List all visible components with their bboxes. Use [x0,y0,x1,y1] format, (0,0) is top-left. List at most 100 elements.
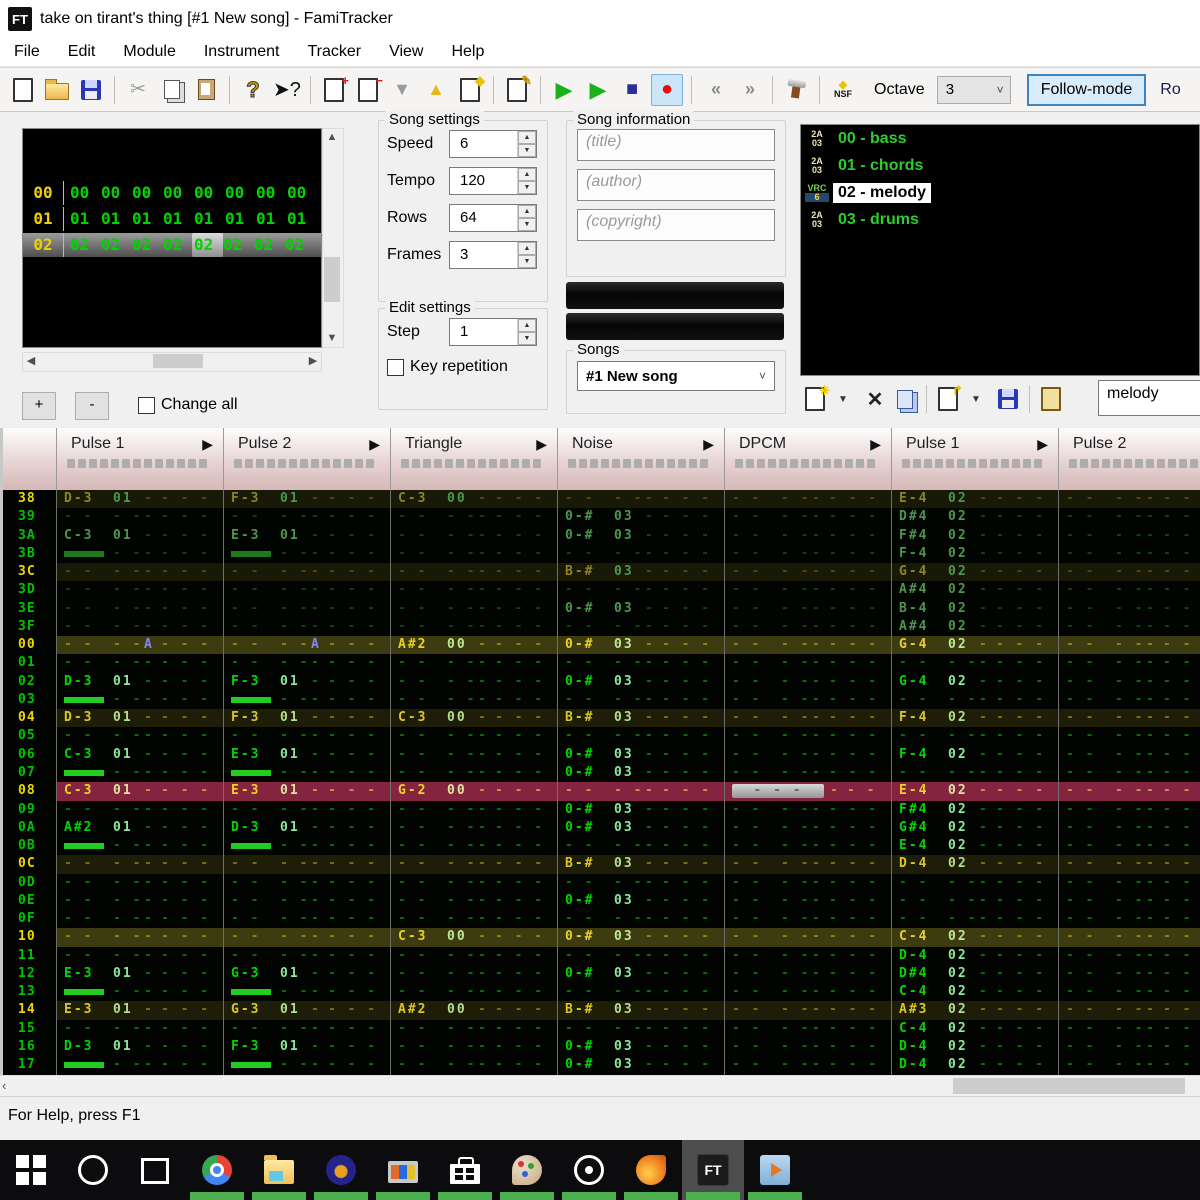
pattern-cell[interactable]: - - -- --- - - [56,563,223,581]
pattern-cell[interactable]: - - -- --- - - [390,1038,557,1056]
pattern-row[interactable]: 0B- --- - -- --- - -- - -- --- - -- - --… [3,837,1200,855]
pattern-cell[interactable]: - - -- --- - - [223,508,390,526]
frame-cell[interactable]: 02 [163,233,194,257]
instrument-name-input[interactable]: melody [1098,380,1200,416]
pattern-cell[interactable]: - - -- --- - - [891,691,1058,709]
play-icon[interactable]: ▶ [549,75,579,105]
pattern-cell[interactable]: - - -- --- - - [557,691,724,709]
pattern-cell[interactable]: - - -- --- - - [891,764,1058,782]
pattern-cell[interactable]: - - -- --- - - [1058,983,1200,1001]
pattern-cell[interactable]: D-402-- - - [891,1056,1058,1074]
pattern-cell[interactable]: C-301-- - - [56,527,223,545]
pattern-cell[interactable]: - --- - - [56,545,223,563]
pattern-cell[interactable]: G-402-- - - [891,673,1058,691]
frame-cell[interactable]: 02 [285,233,316,257]
pattern-cell[interactable]: - - -- --- - - [223,581,390,599]
frame-cell[interactable]: 00 [163,181,194,205]
pattern-cell[interactable]: C-402-- - - [891,1020,1058,1038]
pattern-cell[interactable]: - - -- --- - - [724,1038,891,1056]
pattern-row[interactable]: 12E-301-- - -G-301-- - -- - -- --- - -0-… [3,965,1200,983]
pattern-row[interactable]: 0E- - -- --- - -- - -- --- - -- - -- ---… [3,892,1200,910]
tempo-value[interactable]: 120 [450,168,517,194]
module-properties-icon[interactable] [781,75,811,105]
context-help-icon[interactable]: ➤? [272,75,302,105]
change-all-checkbox[interactable] [138,397,155,414]
pattern-cell[interactable]: B-#03-- - - [557,709,724,727]
copy-icon[interactable] [157,75,187,105]
pattern-cell[interactable]: - - -- --- - - [1058,837,1200,855]
spin-up-icon[interactable]: ▲ [518,242,536,255]
pattern-cell[interactable]: - - -- --- - - [724,636,891,654]
spin-down-icon[interactable]: ▼ [518,332,536,345]
spin-up-icon[interactable]: ▲ [518,205,536,218]
pattern-cell[interactable]: - - -- --- - - [724,490,891,508]
pattern-cell[interactable]: - - -- --- - - [724,746,891,764]
pattern-cell[interactable]: - - -- --- - - [56,1020,223,1038]
pattern-cell[interactable]: 0-#03-- - - [557,928,724,946]
pattern-cell[interactable]: - - -- --- - - [1058,527,1200,545]
pattern-cell[interactable]: - - -- --- - - [557,727,724,745]
pattern-cell[interactable]: - - -- --- - - [1058,727,1200,745]
pattern-cell[interactable]: C-301-- - - [56,782,223,800]
taskbar-music-app-icon[interactable] [310,1140,372,1200]
pattern-cell[interactable]: F#402-- - - [891,801,1058,819]
move-up-icon[interactable]: ▲ [421,75,451,105]
pattern-cell[interactable]: - - -- --- - - [1058,1056,1200,1074]
pattern-cell[interactable]: - - -- --- - - [390,654,557,672]
pattern-cell[interactable]: - - -- --- - - [1058,764,1200,782]
pattern-row[interactable]: 11- - -- --- - -- - -- --- - -- - -- ---… [3,947,1200,965]
pattern-cell[interactable]: C-300-- - - [390,490,557,508]
pattern-cell[interactable]: - - -- --- - - [56,910,223,928]
pattern-row[interactable]: 10- - -- --- - -- - -- --- - -C-300-- - … [3,928,1200,946]
pattern-cell[interactable]: - - -- --- - - [390,727,557,745]
frame-cell[interactable]: 02 [223,233,254,257]
frame-add-button[interactable]: + [22,392,56,420]
pattern-cell[interactable]: - - -- --- - - [724,545,891,563]
taskbar-fl-studio-icon[interactable] [620,1140,682,1200]
pattern-cell[interactable]: - - -- --- - - [1058,782,1200,800]
pattern-cell[interactable]: - --- - - [56,764,223,782]
pattern-cell[interactable]: - - -- --- - - [390,947,557,965]
pattern-cell[interactable]: - - -- --- - - [724,691,891,709]
pattern-cell[interactable]: F-402-- - - [891,709,1058,727]
pattern-cell[interactable]: - - -- --- - - [724,819,891,837]
pattern-cell[interactable]: - - -- --- - - [1058,1020,1200,1038]
song-select[interactable]: #1 New song ˅ [577,361,775,391]
pattern-cell[interactable]: - - -- --- - - [223,874,390,892]
scroll-down-icon[interactable]: ▼ [323,330,341,347]
pattern-cell[interactable]: D#402-- - - [891,965,1058,983]
pattern-cell[interactable]: - - -- --- - - [724,801,891,819]
frame-cell[interactable]: 00 [256,181,287,205]
pattern-cell[interactable]: - - -- --- - - [223,563,390,581]
pattern-cell[interactable]: G-301-- - - [223,1001,390,1019]
pattern-cell[interactable]: F-301-- - - [223,1038,390,1056]
pattern-cell[interactable]: - - -- --- - - [1058,855,1200,873]
pattern-cell[interactable]: - --- - - [56,837,223,855]
pattern-cell[interactable]: - - -- --- - - [390,819,557,837]
pattern-cell[interactable]: - - -- --- - - [1058,928,1200,946]
pattern-row[interactable]: 02D-301-- - -F-301-- - -- - -- --- - -0-… [3,673,1200,691]
frame-cell[interactable]: 02 [132,233,163,257]
pattern-cell[interactable]: - - -- --- - - [724,965,891,983]
pattern-cell[interactable]: - - -- --- - - [724,618,891,636]
frame-cell[interactable]: 01 [101,207,132,231]
song-copyright-input[interactable]: (copyright) [577,209,775,241]
pattern-cell[interactable]: - - -- --- - - [724,600,891,618]
pattern-cell[interactable]: F-402-- - - [891,545,1058,563]
frame-cell[interactable]: 00 [70,181,101,205]
pattern-cell[interactable]: B-#03-- - - [557,1001,724,1019]
frame-cell[interactable]: 01 [163,207,194,231]
pattern-cell[interactable]: D-301-- - - [223,819,390,837]
channel-header-4[interactable]: Noise▶ [557,428,724,490]
menu-item-edit[interactable]: Edit [54,38,110,66]
pattern-cell[interactable]: - --- - - [223,1056,390,1074]
spin-up-icon[interactable]: ▲ [518,168,536,181]
pattern-cell[interactable]: - - -- --- - - [724,709,891,727]
pattern-cell[interactable]: - - -- --- - - [390,837,557,855]
pattern-cell[interactable]: - - -- --- - - [223,727,390,745]
pattern-cell[interactable]: - - -- --- - - [390,581,557,599]
pattern-cell[interactable]: - - -- --- - - [390,618,557,636]
menu-item-file[interactable]: File [0,38,54,66]
pattern-cell[interactable]: - - -- --- - - [223,928,390,946]
pattern-cell[interactable]: G-301-- - - [223,965,390,983]
